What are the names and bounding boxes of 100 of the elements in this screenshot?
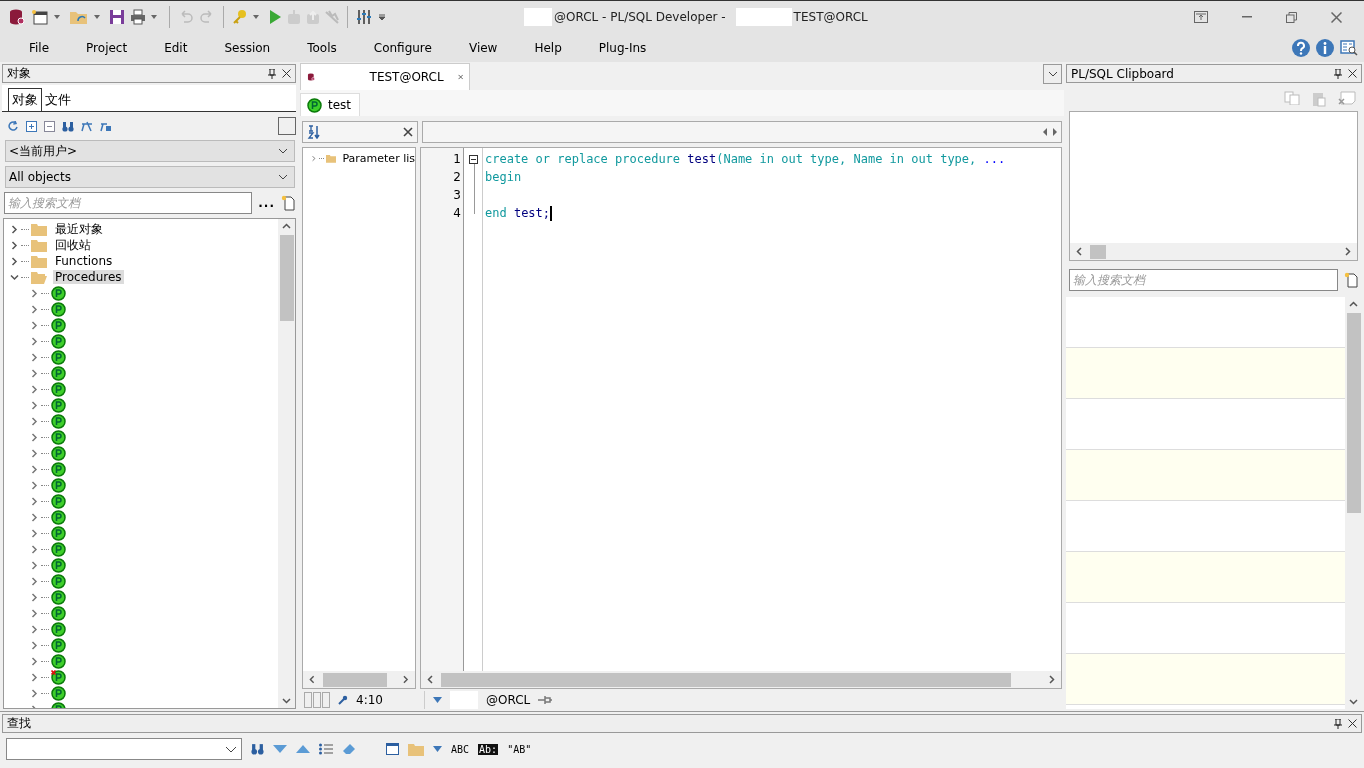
run-icon[interactable]	[268, 9, 282, 25]
caret-icon[interactable]	[433, 697, 442, 703]
clear-icon[interactable]	[1338, 91, 1356, 105]
close-icon[interactable]	[403, 127, 413, 137]
chevron-down-icon[interactable]	[225, 745, 237, 753]
caret-icon[interactable]	[54, 15, 60, 19]
menu-item[interactable]: File	[22, 40, 57, 55]
tree-item[interactable]: Procedures	[53, 270, 124, 284]
binoculars-icon[interactable]	[251, 743, 264, 755]
chevron-down-icon[interactable]	[278, 174, 288, 180]
search-option-button[interactable]: ABC	[451, 743, 470, 755]
scroll-thumb[interactable]	[322, 672, 388, 687]
close-icon[interactable]	[1348, 719, 1357, 728]
scroll-arrows-icon[interactable]	[1043, 128, 1057, 136]
new-document-icon[interactable]	[281, 195, 295, 211]
caret-icon[interactable]	[253, 15, 259, 19]
scroll-thumb[interactable]	[441, 672, 1011, 687]
window-icon[interactable]	[386, 743, 399, 755]
procedure-icon[interactable]	[51, 605, 66, 621]
sliders-icon[interactable]	[356, 9, 372, 25]
chevron-down-icon[interactable]	[282, 698, 291, 704]
close-icon[interactable]	[282, 69, 291, 78]
object-tab[interactable]: test	[300, 93, 361, 116]
menu-item[interactable]: Edit	[157, 40, 195, 55]
search-field[interactable]: 输入搜索文档	[4, 192, 253, 214]
pin-icon[interactable]	[268, 68, 276, 79]
procedure-icon[interactable]	[51, 429, 66, 445]
scrollbar[interactable]	[421, 671, 1061, 688]
invalid-procedure-icon[interactable]	[51, 669, 66, 685]
procedure-icon[interactable]	[51, 413, 66, 429]
object-type-dropdown[interactable]: All objects	[5, 166, 295, 188]
caret-icon[interactable]	[94, 15, 100, 19]
chevron-left-icon[interactable]	[1076, 247, 1082, 256]
folder-icon[interactable]	[69, 9, 89, 25]
scroll-thumb[interactable]	[1346, 313, 1361, 513]
filter-settings-icon[interactable]	[100, 120, 112, 132]
tree-item[interactable]: Functions	[53, 254, 115, 268]
chevron-up-icon[interactable]	[1349, 301, 1358, 307]
menu-item[interactable]: Help	[527, 40, 569, 55]
procedure-icon[interactable]	[51, 285, 66, 301]
tree-item[interactable]: 最近对象	[53, 220, 105, 238]
tree-item[interactable]: 回收站	[53, 236, 93, 254]
procedure-icon[interactable]	[51, 461, 66, 477]
menu-item[interactable]: Plug-Ins	[591, 40, 654, 55]
restore-icon[interactable]	[1286, 11, 1297, 23]
menu-item[interactable]: Tools	[300, 40, 344, 55]
procedure-icon[interactable]	[51, 333, 66, 349]
color-swatch[interactable]	[278, 117, 296, 135]
new-document-icon[interactable]	[1344, 272, 1358, 288]
filter-icon[interactable]	[81, 120, 93, 132]
menu-item[interactable]: Session	[217, 40, 278, 55]
scrollbar[interactable]	[278, 219, 295, 708]
search-option-button[interactable]: "AB"	[507, 743, 532, 755]
menu-item[interactable]: View	[461, 40, 505, 55]
search-option-button[interactable]: Ab:	[478, 743, 499, 755]
new-window-icon[interactable]	[31, 9, 49, 25]
procedure-icon[interactable]	[51, 541, 66, 557]
document-tab[interactable]: TEST@ORCL	[300, 63, 470, 90]
chevron-right-icon[interactable]	[403, 675, 409, 684]
procedure-icon[interactable]	[51, 589, 66, 605]
find-previous-icon[interactable]	[296, 745, 310, 753]
chevron-up-icon[interactable]	[282, 223, 291, 229]
collapse-icon[interactable]	[44, 120, 55, 132]
info-icon[interactable]	[1316, 38, 1334, 57]
chevron-right-icon[interactable]	[1049, 675, 1055, 684]
procedure-icon[interactable]	[51, 653, 66, 669]
menu-item[interactable]: Project	[79, 40, 135, 55]
fold-icon[interactable]	[468, 155, 478, 164]
procedure-icon[interactable]	[51, 557, 66, 573]
procedure-icon[interactable]	[51, 637, 66, 653]
database-icon[interactable]	[8, 8, 26, 26]
chevron-down-icon[interactable]	[1349, 699, 1358, 705]
scrollbar[interactable]	[1070, 243, 1357, 260]
procedure-icon[interactable]	[51, 509, 66, 525]
chevron-down-icon[interactable]	[278, 148, 288, 154]
scroll-thumb[interactable]	[279, 235, 294, 321]
binoculars-icon[interactable]	[62, 120, 74, 132]
procedure-icon[interactable]	[51, 397, 66, 413]
outline-item[interactable]: Parameter lis	[342, 151, 415, 165]
find-next-icon[interactable]	[273, 745, 287, 753]
refresh-icon[interactable]	[8, 120, 19, 132]
pin-window-icon[interactable]	[1194, 11, 1208, 23]
window-list-button[interactable]	[1043, 64, 1062, 84]
scroll-thumb[interactable]	[1090, 244, 1106, 259]
scrollbar[interactable]	[303, 671, 415, 688]
chevron-left-icon[interactable]	[309, 675, 315, 684]
list-icon[interactable]	[319, 743, 333, 755]
user-dropdown[interactable]: <当前用户>	[5, 140, 295, 162]
procedure-icon[interactable]	[51, 493, 66, 509]
pin-icon[interactable]	[1334, 68, 1342, 79]
more-button[interactable]: ...	[258, 196, 275, 210]
sort-icon[interactable]	[307, 125, 321, 139]
find-field[interactable]	[6, 738, 242, 760]
procedure-icon[interactable]	[51, 477, 66, 493]
expand-icon[interactable]	[26, 120, 37, 132]
close-icon[interactable]	[1348, 69, 1357, 78]
minimize-icon[interactable]	[1242, 16, 1252, 18]
procedure-icon[interactable]	[51, 525, 66, 541]
procedure-icon[interactable]	[51, 349, 66, 365]
caret-icon[interactable]	[433, 746, 442, 752]
